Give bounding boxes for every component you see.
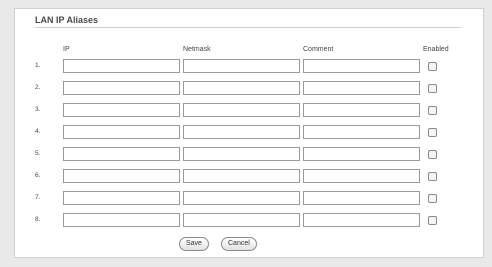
row-number: 2. — [35, 84, 41, 91]
ip-input[interactable] — [63, 125, 180, 139]
netmask-input[interactable] — [183, 213, 300, 227]
row-number: 8. — [35, 216, 41, 223]
ip-input[interactable] — [63, 147, 180, 161]
comment-input[interactable] — [303, 125, 420, 139]
comment-input[interactable] — [303, 191, 420, 205]
comment-input[interactable] — [303, 59, 420, 73]
alias-row: 8. — [35, 213, 465, 229]
netmask-input[interactable] — [183, 191, 300, 205]
ip-column-header: IP — [63, 46, 70, 53]
row-number: 1. — [35, 62, 41, 69]
alias-row: 1. — [35, 59, 465, 75]
enabled-checkbox[interactable] — [428, 194, 437, 203]
ip-input[interactable] — [63, 59, 180, 73]
netmask-input[interactable] — [183, 169, 300, 183]
row-number: 3. — [35, 106, 41, 113]
title-divider — [35, 27, 461, 28]
enabled-checkbox[interactable] — [428, 84, 437, 93]
row-number: 5. — [35, 150, 41, 157]
ip-input[interactable] — [63, 169, 180, 183]
alias-row: 3. — [35, 103, 465, 119]
netmask-column-header: Netmask — [183, 46, 211, 53]
comment-column-header: Comment — [303, 46, 334, 53]
netmask-input[interactable] — [183, 59, 300, 73]
ip-input[interactable] — [63, 213, 180, 227]
alias-row: 7. — [35, 191, 465, 207]
lan-ip-aliases-panel: LAN IP Aliases IP Netmask Comment Enable… — [14, 8, 484, 258]
comment-input[interactable] — [303, 213, 420, 227]
comment-input[interactable] — [303, 169, 420, 183]
comment-input[interactable] — [303, 103, 420, 117]
row-number: 4. — [35, 128, 41, 135]
ip-input[interactable] — [63, 103, 180, 117]
netmask-input[interactable] — [183, 147, 300, 161]
netmask-input[interactable] — [183, 103, 300, 117]
cancel-button[interactable]: Cancel — [221, 237, 257, 251]
enabled-checkbox[interactable] — [428, 172, 437, 181]
enabled-checkbox[interactable] — [428, 128, 437, 137]
row-number: 7. — [35, 194, 41, 201]
enabled-column-header: Enabled — [423, 46, 449, 53]
netmask-input[interactable] — [183, 81, 300, 95]
row-number: 6. — [35, 172, 41, 179]
ip-input[interactable] — [63, 81, 180, 95]
alias-row: 2. — [35, 81, 465, 97]
netmask-input[interactable] — [183, 125, 300, 139]
enabled-checkbox[interactable] — [428, 216, 437, 225]
alias-row: 5. — [35, 147, 465, 163]
alias-row: 4. — [35, 125, 465, 141]
enabled-checkbox[interactable] — [428, 62, 437, 71]
comment-input[interactable] — [303, 147, 420, 161]
enabled-checkbox[interactable] — [428, 150, 437, 159]
section-title: LAN IP Aliases — [35, 15, 99, 25]
alias-row: 6. — [35, 169, 465, 185]
ip-input[interactable] — [63, 191, 180, 205]
comment-input[interactable] — [303, 81, 420, 95]
save-button[interactable]: Save — [179, 237, 209, 251]
enabled-checkbox[interactable] — [428, 106, 437, 115]
